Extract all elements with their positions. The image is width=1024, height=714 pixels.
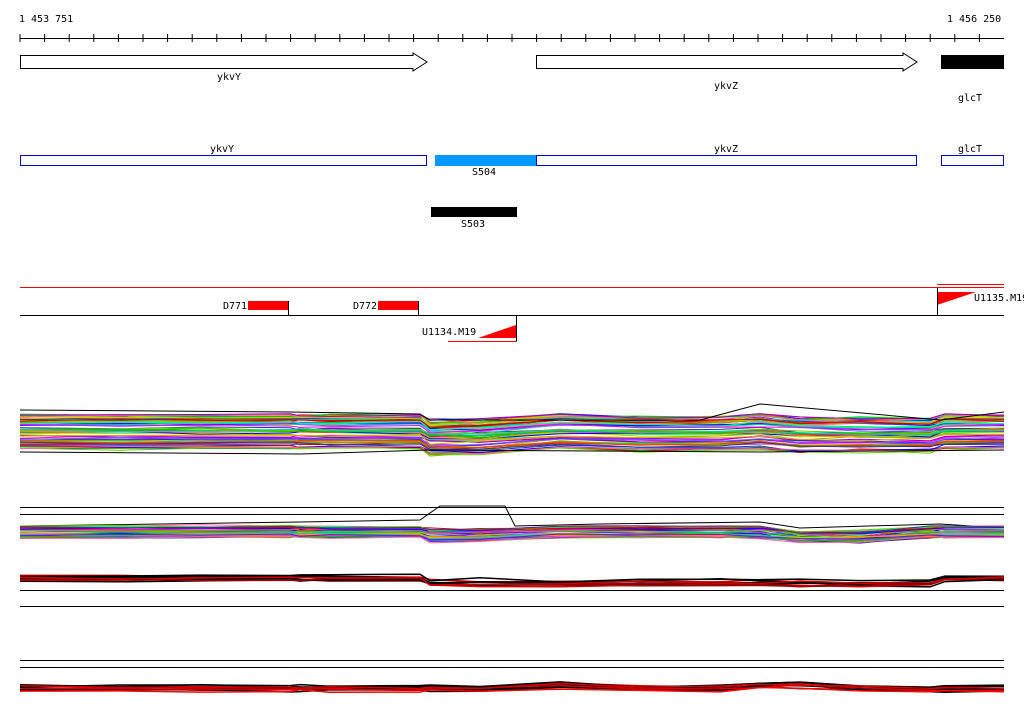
- segment-label-S503: S503: [460, 219, 486, 230]
- gene-track: [20, 52, 1004, 72]
- gene-block-glcT[interactable]: [941, 55, 1004, 69]
- transcript-label-ykvY: ykvY: [209, 144, 235, 155]
- genome-browser-canvas: [19, 34, 1005, 694]
- expression-profiles-panel-2: [19, 505, 1005, 544]
- segment-bar-S503[interactable]: [431, 207, 517, 217]
- feature-bar-D771[interactable]: [248, 301, 288, 310]
- feature-label-U1135: U1135.M19: [974, 293, 1024, 304]
- expression-profiles-panel-3: [19, 573, 1005, 607]
- gene-label-ykvZ: ykvZ: [713, 81, 739, 92]
- feature-track: [20, 284, 1004, 342]
- feature-label-D772: D772: [353, 301, 378, 312]
- expression-profiles-panel-1: [19, 403, 1005, 457]
- transcript-box-glcT[interactable]: [941, 155, 1004, 166]
- transcript-box-ykvZ[interactable]: [536, 155, 917, 166]
- feature-bar-D772[interactable]: [378, 301, 418, 310]
- segment-bar-S504[interactable]: [435, 155, 536, 166]
- gene-arrow-ykvY[interactable]: [20, 52, 428, 72]
- gene-label-glcT: glcT: [957, 93, 983, 104]
- expression-profiles-panel-4: [19, 660, 1005, 694]
- feature-label-D771: D771: [223, 301, 248, 312]
- transcript-box-ykvY[interactable]: [20, 155, 427, 166]
- transcript-label-ykvZ: ykvZ: [713, 144, 739, 155]
- transcript-label-glcT: glcT: [957, 144, 983, 155]
- segment-label-S504: S504: [471, 167, 497, 178]
- gene-arrow-ykvZ[interactable]: [536, 52, 918, 72]
- coordinate-ruler: [19, 34, 1004, 42]
- gene-label-ykvY: ykvY: [216, 72, 242, 83]
- feature-label-U1134: U1134.M19: [422, 327, 477, 338]
